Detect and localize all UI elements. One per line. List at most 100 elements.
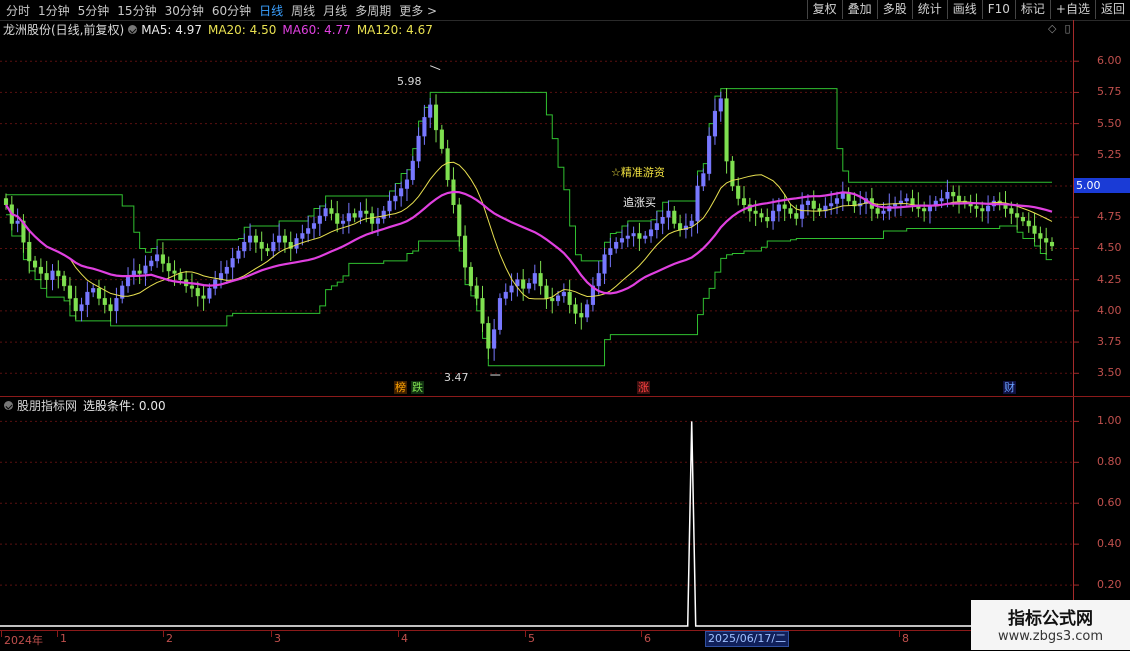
period-tab[interactable]: 60分钟	[212, 2, 251, 19]
candle-body	[108, 304, 113, 312]
toolbar-button[interactable]: F10	[981, 0, 1015, 19]
candle-body	[201, 295, 206, 299]
candle-body	[457, 204, 462, 237]
candle-body	[15, 220, 20, 224]
y-tick-label: 6.00	[1097, 54, 1122, 68]
x-tick-label: 4	[401, 632, 408, 645]
candle-body	[753, 210, 758, 214]
candle-body	[643, 235, 648, 239]
period-tab[interactable]: 周线	[291, 2, 315, 19]
candle-body	[904, 198, 909, 202]
candle-body	[259, 241, 264, 249]
candle-body	[27, 241, 32, 262]
channel-upper-line	[6, 88, 1052, 262]
candle-body	[73, 298, 78, 312]
candle-body	[980, 208, 985, 212]
candle-body	[1044, 238, 1049, 243]
candle-body	[358, 210, 363, 218]
y-tick-label: 5.25	[1097, 147, 1122, 161]
candle-body	[317, 215, 322, 224]
candle-body	[62, 275, 67, 287]
candle-body	[631, 233, 636, 237]
period-tab[interactable]: 日线	[259, 2, 283, 19]
candle-body	[85, 291, 90, 305]
candle-body	[695, 185, 700, 222]
x-tick-label: 3	[274, 632, 281, 645]
candle-body	[1038, 233, 1043, 239]
candle-body	[974, 205, 979, 209]
toolbar: 分时 1分钟 5分钟 15分钟 30分钟 60分钟 日线 周线 月线 多周期 更多 > 复权 叠加 多股…	[0, 0, 1130, 21]
toolbar-button[interactable]: 返回	[1094, 0, 1130, 19]
x-tick	[398, 631, 399, 637]
candle-body	[829, 203, 834, 207]
candle-body	[939, 198, 944, 202]
toolbar-button[interactable]: 统计	[911, 0, 947, 19]
toolbar-button[interactable]: 叠加	[841, 0, 877, 19]
period-tab[interactable]: 30分钟	[165, 2, 204, 19]
y-tick-label: 3.75	[1097, 335, 1122, 349]
candle-body	[50, 270, 55, 280]
candle-body	[544, 285, 549, 299]
event-marker[interactable]: 涨	[637, 381, 650, 394]
event-marker[interactable]: 榜	[394, 381, 407, 394]
candle-body	[410, 160, 415, 181]
candle-body	[579, 313, 584, 318]
x-tick	[1, 631, 2, 637]
watermark-url: www.zbgs3.com	[997, 629, 1104, 644]
candle-body	[782, 204, 787, 209]
period-tab[interactable]: 更多 >	[399, 2, 437, 19]
candle-body	[614, 241, 619, 249]
candle-body	[538, 273, 543, 287]
toolbar-button[interactable]: 复权	[806, 0, 842, 19]
x-tick-label: 2	[166, 632, 173, 645]
candle-body	[393, 195, 398, 202]
candle-body	[195, 288, 200, 297]
candle-body	[381, 210, 386, 219]
candle-body	[718, 98, 723, 112]
x-tick-label: 8	[902, 632, 909, 645]
period-tab[interactable]: 多周期	[355, 2, 391, 19]
candle-body	[67, 285, 72, 299]
candle-body	[805, 200, 810, 206]
y-tick-label: 1.00	[1097, 414, 1122, 428]
date-axis: 2024年 1 2 3 4 5 6 8	[0, 630, 1130, 651]
period-tab[interactable]: 15分钟	[117, 2, 156, 19]
period-tab[interactable]: 1分钟	[38, 2, 70, 19]
candle-body	[730, 160, 735, 187]
candle-body	[1049, 241, 1055, 247]
candle-body	[155, 254, 160, 262]
candle-body	[236, 250, 241, 259]
high-label: 5.98	[397, 75, 422, 88]
toolbar-button[interactable]: +自选	[1049, 0, 1095, 19]
toolbar-button[interactable]: 画线	[946, 0, 982, 19]
candle-body	[625, 235, 630, 239]
candle-body	[265, 248, 270, 252]
candle-body	[335, 213, 340, 224]
candle-body	[712, 110, 718, 137]
candle-body	[794, 213, 799, 219]
period-tab[interactable]: 月线	[323, 2, 347, 19]
candle-body	[637, 233, 642, 239]
candle-body	[526, 283, 532, 289]
candle-body	[166, 263, 171, 272]
indicator-chart	[0, 420, 1079, 627]
selected-date: 2025/06/17/二	[705, 631, 790, 647]
toolbar-button[interactable]: 多股	[876, 0, 912, 19]
period-tab[interactable]: 5分钟	[78, 2, 110, 19]
event-marker[interactable]: 跌	[411, 381, 424, 394]
candle-body	[550, 298, 555, 302]
candle-body	[102, 298, 107, 305]
event-marker[interactable]: 财	[1003, 381, 1016, 394]
toolbar-button[interactable]: 标记	[1014, 0, 1050, 19]
candle-body	[364, 210, 369, 214]
candle-body	[428, 104, 433, 118]
candle-body	[1032, 225, 1037, 234]
candle-body	[701, 173, 706, 187]
x-tick	[641, 631, 642, 637]
period-tab[interactable]: 分时	[6, 2, 30, 19]
y-tick-label: 4.25	[1097, 272, 1122, 286]
candle-body	[654, 223, 659, 230]
candle-body	[1009, 208, 1014, 214]
y-tick-label: 0.80	[1097, 455, 1122, 469]
candle-body	[736, 185, 741, 199]
